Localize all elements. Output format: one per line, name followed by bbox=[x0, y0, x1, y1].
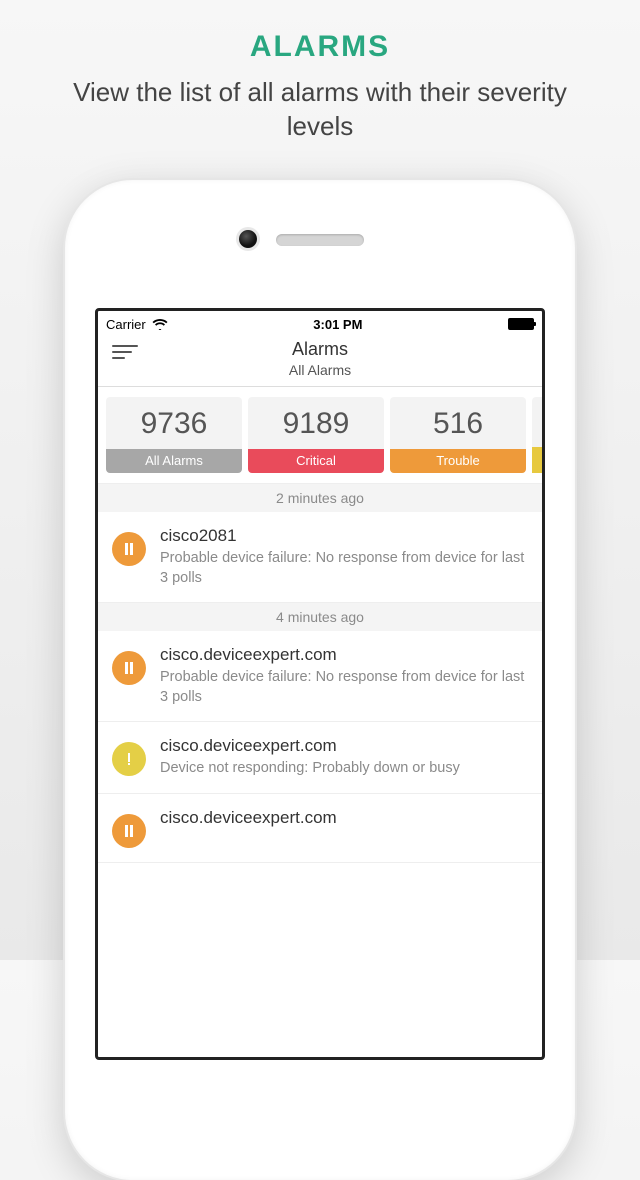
severity-dot bbox=[112, 651, 146, 685]
clock-label: 3:01 PM bbox=[313, 317, 362, 332]
page-title: Alarms bbox=[98, 339, 542, 360]
time-separator: 2 minutes ago bbox=[98, 484, 542, 512]
alarm-row[interactable]: cisco.deviceexpert.com Probable device fa… bbox=[98, 631, 542, 722]
promo-subtitle: View the list of all alarms with their s… bbox=[0, 64, 640, 144]
carrier-label: Carrier bbox=[106, 317, 146, 332]
severity-chip-partial[interactable] bbox=[532, 397, 542, 473]
chip-count: 9736 bbox=[106, 397, 242, 449]
menu-button[interactable] bbox=[112, 345, 138, 365]
severity-dot bbox=[112, 742, 146, 776]
alarm-title: cisco.deviceexpert.com bbox=[160, 736, 528, 756]
severity-chip[interactable]: 9189Critical bbox=[248, 397, 384, 473]
chip-label: Critical bbox=[248, 449, 384, 473]
alarm-list[interactable]: 2 minutes ago cisco2081 Probable device fa… bbox=[98, 484, 542, 863]
alarm-description: Probable device failure: No response fro… bbox=[160, 549, 528, 588]
chip-count: 516 bbox=[390, 397, 526, 449]
severity-dot bbox=[112, 532, 146, 566]
alarm-title: cisco2081 bbox=[160, 526, 528, 546]
severity-dot bbox=[112, 814, 146, 848]
promo-title: ALARMS bbox=[0, 0, 640, 64]
alarm-row[interactable]: cisco.deviceexpert.com bbox=[98, 794, 542, 863]
chip-label: All Alarms bbox=[106, 449, 242, 473]
chip-label: Trouble bbox=[390, 449, 526, 473]
time-separator: 4 minutes ago bbox=[98, 603, 542, 631]
alarm-row[interactable]: cisco2081 Probable device failure: No res… bbox=[98, 512, 542, 603]
alarm-description: Probable device failure: No response fro… bbox=[160, 668, 528, 707]
severity-chips[interactable]: 9736All Alarms9189Critical516Trouble bbox=[98, 387, 542, 484]
chip-count: 9189 bbox=[248, 397, 384, 449]
status-bar: Carrier 3:01 PM bbox=[98, 311, 542, 337]
severity-chip[interactable]: 516Trouble bbox=[390, 397, 526, 473]
wifi-icon bbox=[152, 318, 168, 330]
severity-chip[interactable]: 9736All Alarms bbox=[106, 397, 242, 473]
alarm-row[interactable]: cisco.deviceexpert.com Device not respond… bbox=[98, 722, 542, 794]
battery-icon bbox=[508, 318, 534, 330]
alarm-title: cisco.deviceexpert.com bbox=[160, 645, 528, 665]
phone-camera bbox=[239, 230, 257, 248]
alarm-title: cisco.deviceexpert.com bbox=[160, 808, 528, 828]
phone-screen: Carrier 3:01 PM Alarms All Alarms 9736Al… bbox=[95, 308, 545, 1060]
page-subtitle: All Alarms bbox=[98, 362, 542, 378]
phone-frame: Carrier 3:01 PM Alarms All Alarms 9736Al… bbox=[65, 180, 575, 1180]
nav-bar: Alarms All Alarms bbox=[98, 337, 542, 387]
alarm-description: Device not responding: Probably down or … bbox=[160, 759, 528, 779]
